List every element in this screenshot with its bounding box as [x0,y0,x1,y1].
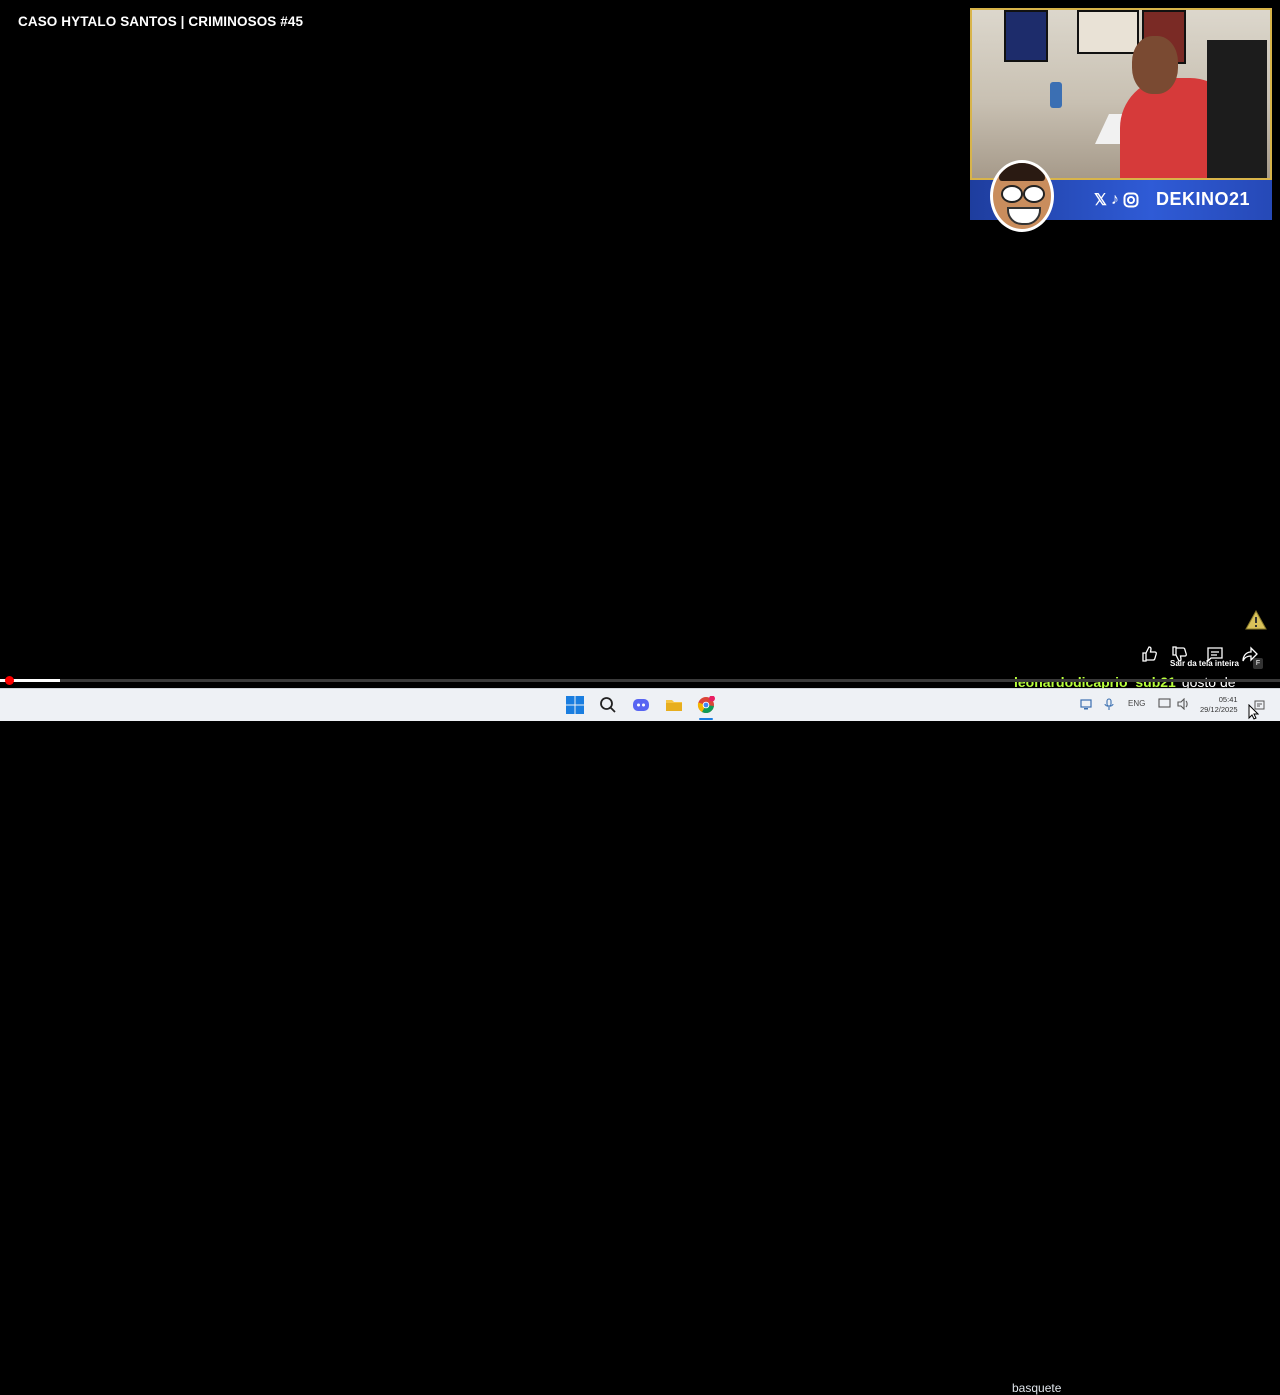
warning-icon [1245,610,1267,630]
taskbar-chrome-button[interactable] [696,695,716,715]
taskbar-file-explorer-button[interactable] [664,695,684,715]
taskbar-discord-button[interactable] [631,695,651,715]
taskbar-search-button[interactable] [598,695,618,715]
clock-date: 29/12/2025 [1200,705,1238,714]
exit-fullscreen-tooltip: Sair da tela inteira [1170,659,1239,668]
chat-message-continued: basquete [1012,1381,1062,1395]
tiktok-icon: ♪ [1110,191,1119,208]
wall-poster [1077,10,1139,54]
social-icons: 𝕏 ♪ [1094,190,1139,210]
streamer-handle: DEKINO21 [1156,189,1251,209]
streamer-head [1132,36,1178,94]
webcam-feed [970,8,1272,180]
wall-poster [1004,10,1048,62]
system-clock[interactable]: 05:41 29/12/2025 [1200,695,1238,715]
like-icon [1142,646,1157,662]
file-explorer-icon [666,700,682,711]
instagram-icon [1123,192,1139,208]
microphone-icon[interactable] [1104,698,1114,711]
video-title: CASO HYTALO SANTOS | CRIMINOSOS #45 [18,14,304,29]
x-icon: 𝕏 [1094,192,1107,209]
exit-fullscreen-key: F [1253,658,1263,669]
windows-start-icon [566,696,584,714]
streamer-mascot-avatar [990,160,1054,232]
windows-taskbar: basquete ENG 05:41 29/12/2025 [0,688,1280,1395]
video-player[interactable]: CASO HYTALO SANTOS | CRIMINOSOS #45 𝕏 ♪ … [0,0,1280,690]
like-button[interactable] [1138,644,1160,664]
mouse-cursor-icon [1248,704,1259,720]
discord-icon [633,699,649,711]
chair [1207,40,1267,178]
network-tray-icon[interactable] [1080,698,1092,710]
volume-icon[interactable] [1177,698,1190,710]
chrome-icon [697,696,715,714]
water-bottle [1050,82,1062,108]
windows-start-button[interactable] [565,695,585,715]
progress-scrubber[interactable] [5,676,14,685]
language-indicator[interactable]: ENG [1128,699,1145,708]
search-icon [600,697,616,713]
display-icon[interactable] [1158,698,1171,710]
progress-bar[interactable] [0,679,1280,682]
clock-time: 05:41 [1218,695,1238,704]
